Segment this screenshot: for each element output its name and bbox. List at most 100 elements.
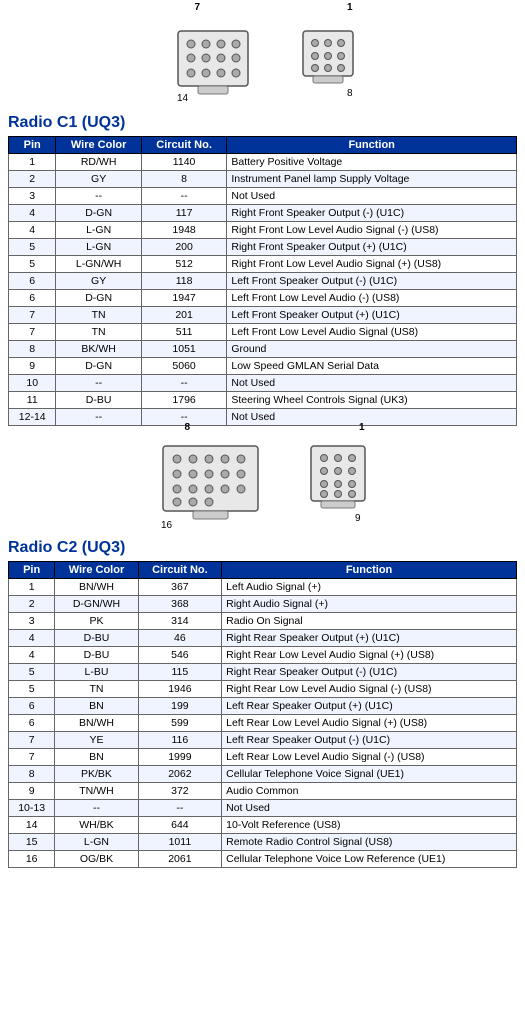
- table-cell: WH/BK: [55, 817, 138, 834]
- table-cell: 6: [9, 698, 55, 715]
- table-cell: --: [55, 800, 138, 817]
- table-cell: BK/WH: [56, 341, 141, 358]
- table-cell: Cellular Telephone Voice Signal (UE1): [222, 766, 517, 783]
- table-cell: 4: [9, 222, 56, 239]
- table-cell: 9: [9, 783, 55, 800]
- table-cell: 10-13: [9, 800, 55, 817]
- table-cell: Left Front Speaker Output (+) (U1C): [227, 307, 517, 324]
- table-cell: D-BU: [56, 392, 141, 409]
- table-cell: BN: [55, 749, 138, 766]
- table-cell: 201: [141, 307, 227, 324]
- table-cell: 200: [141, 239, 227, 256]
- c1-section-title: Radio C1 (UQ3): [8, 114, 517, 132]
- table-cell: 644: [138, 817, 221, 834]
- table-cell: 118: [141, 273, 227, 290]
- table-cell: --: [56, 188, 141, 205]
- c2-label-1: 1: [359, 422, 365, 433]
- table-cell: 4: [9, 205, 56, 222]
- table-cell: 546: [138, 647, 221, 664]
- table-cell: Right Front Speaker Output (-) (U1C): [227, 205, 517, 222]
- c1-table: Pin Wire Color Circuit No. Function 1RD/…: [8, 136, 517, 426]
- c2-section-title: Radio C2 (UQ3): [8, 539, 517, 557]
- c2-col-function: Function: [222, 562, 517, 579]
- table-cell: PK: [55, 613, 138, 630]
- table-cell: 5: [9, 664, 55, 681]
- table-cell: 1948: [141, 222, 227, 239]
- table-cell: 4: [9, 630, 55, 647]
- table-cell: Left Rear Low Level Audio Signal (-) (US…: [222, 749, 517, 766]
- table-cell: D-BU: [55, 647, 138, 664]
- table-cell: 14: [9, 817, 55, 834]
- table-cell: 372: [138, 783, 221, 800]
- table-cell: Right Front Low Level Audio Signal (-) (…: [227, 222, 517, 239]
- table-cell: 7: [9, 749, 55, 766]
- c2-connector-images: 8: [8, 436, 517, 531]
- table-cell: Right Rear Low Level Audio Signal (+) (U…: [222, 647, 517, 664]
- c2-col-circuit: Circuit No.: [138, 562, 221, 579]
- table-cell: 314: [138, 613, 221, 630]
- table-cell: 1999: [138, 749, 221, 766]
- table-cell: RD/WH: [56, 154, 141, 171]
- table-cell: --: [141, 375, 227, 392]
- table-cell: 512: [141, 256, 227, 273]
- table-cell: D-BU: [55, 630, 138, 647]
- table-cell: Steering Wheel Controls Signal (UK3): [227, 392, 517, 409]
- c1-col-circuit: Circuit No.: [141, 137, 227, 154]
- table-cell: PK/BK: [55, 766, 138, 783]
- table-cell: Radio On Signal: [222, 613, 517, 630]
- table-cell: 5: [9, 239, 56, 256]
- table-cell: Battery Positive Voltage: [227, 154, 517, 171]
- table-cell: 199: [138, 698, 221, 715]
- c1-connector-left: 7 14: [163, 16, 263, 106]
- table-cell: 10: [9, 375, 56, 392]
- table-cell: Cellular Telephone Voice Low Reference (…: [222, 851, 517, 868]
- table-cell: 16: [9, 851, 55, 868]
- table-cell: 46: [138, 630, 221, 647]
- table-cell: BN/WH: [55, 715, 138, 732]
- table-cell: --: [56, 409, 141, 426]
- table-cell: 6: [9, 290, 56, 307]
- table-cell: Left Rear Speaker Output (+) (U1C): [222, 698, 517, 715]
- table-cell: 8: [9, 341, 56, 358]
- table-cell: Not Used: [222, 800, 517, 817]
- table-cell: Right Rear Speaker Output (+) (U1C): [222, 630, 517, 647]
- c2-connector-section: 8: [8, 436, 517, 868]
- table-cell: 599: [138, 715, 221, 732]
- table-cell: 8: [9, 766, 55, 783]
- table-cell: L-GN: [55, 834, 138, 851]
- table-cell: Right Rear Speaker Output (-) (U1C): [222, 664, 517, 681]
- table-cell: 12-14: [9, 409, 56, 426]
- table-cell: OG/BK: [55, 851, 138, 868]
- table-cell: 1011: [138, 834, 221, 851]
- svg-text:8: 8: [347, 88, 353, 99]
- table-cell: L-BU: [55, 664, 138, 681]
- table-cell: --: [56, 375, 141, 392]
- table-cell: BN/WH: [55, 579, 138, 596]
- table-cell: 1946: [138, 681, 221, 698]
- table-cell: GY: [56, 171, 141, 188]
- c1-label-1: 1: [347, 2, 353, 13]
- table-cell: Not Used: [227, 188, 517, 205]
- table-cell: 117: [141, 205, 227, 222]
- table-cell: Left Front Speaker Output (-) (U1C): [227, 273, 517, 290]
- table-cell: 511: [141, 324, 227, 341]
- table-cell: 3: [9, 613, 55, 630]
- table-cell: D-GN: [56, 290, 141, 307]
- c2-connector-right: 1 9: [303, 436, 373, 531]
- table-cell: 2: [9, 171, 56, 188]
- table-cell: 9: [9, 358, 56, 375]
- c2-connector-left: 8: [153, 436, 273, 531]
- table-cell: 1140: [141, 154, 227, 171]
- table-cell: 2061: [138, 851, 221, 868]
- c1-col-function: Function: [227, 137, 517, 154]
- table-cell: --: [141, 188, 227, 205]
- table-cell: TN: [56, 307, 141, 324]
- table-cell: Audio Common: [222, 783, 517, 800]
- table-cell: 11: [9, 392, 56, 409]
- table-cell: TN: [55, 681, 138, 698]
- table-cell: D-GN: [56, 358, 141, 375]
- table-cell: 2062: [138, 766, 221, 783]
- c1-col-wire: Wire Color: [56, 137, 141, 154]
- c2-table: Pin Wire Color Circuit No. Function 1BN/…: [8, 561, 517, 868]
- table-cell: YE: [55, 732, 138, 749]
